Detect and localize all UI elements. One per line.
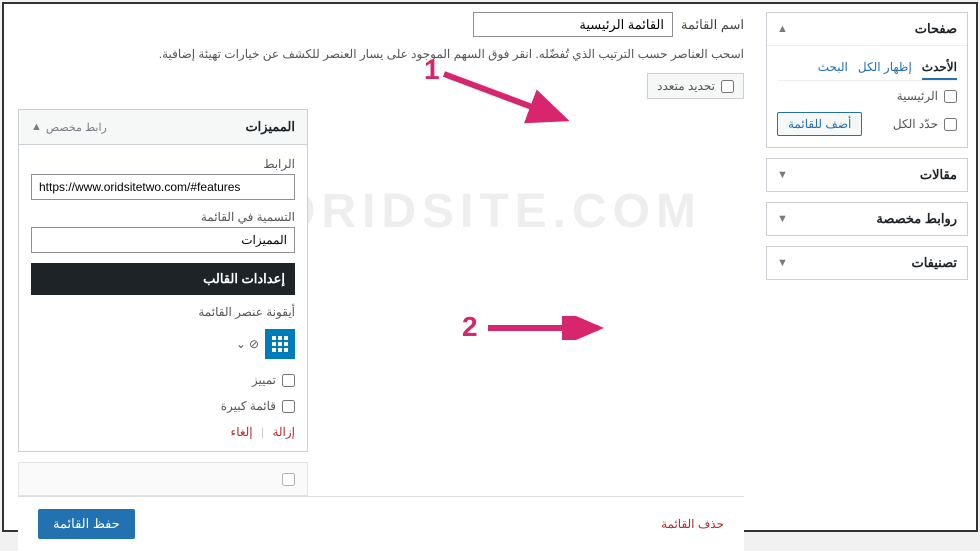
help-text: اسحب العناصر حسب الترتيب الذي تُفضّله. ا…: [18, 47, 744, 61]
next-menu-item[interactable]: [18, 462, 308, 496]
menu-name-row: اسم القائمة: [18, 12, 744, 37]
icon-picker-label: أيقونة عنصر القائمة: [31, 305, 295, 319]
caret-up-icon: ▲: [777, 23, 788, 35]
save-menu-button[interactable]: حفظ القائمة: [38, 509, 135, 539]
icon-picker-button[interactable]: [265, 329, 295, 359]
sidebar: صفحات ▲ الأحدث إظهار الكل البحث الرئيسية…: [758, 4, 976, 530]
bulk-select-button[interactable]: تحديد متعدد: [647, 73, 744, 99]
chevron-down-icon: ⌄: [236, 337, 246, 351]
pages-box-header[interactable]: صفحات ▲: [767, 13, 967, 46]
nav-label-field: التسمية في القائمة: [31, 210, 295, 253]
caret-up-icon: ▲: [31, 121, 42, 133]
tab-search[interactable]: البحث: [818, 56, 848, 80]
bottom-bar: حذف القائمة حفظ القائمة: [18, 496, 744, 551]
custom-links-title: روابط مخصصة: [876, 211, 957, 227]
select-all-checkbox[interactable]: [944, 118, 957, 131]
page-item-home[interactable]: الرئيسية: [777, 89, 957, 103]
url-input[interactable]: [31, 174, 295, 200]
delete-menu-link[interactable]: حذف القائمة: [661, 517, 724, 531]
item-action-links: إزالة | إلغاء: [31, 425, 295, 439]
caret-down-icon: ▼: [777, 213, 788, 225]
caret-down-icon: ▼: [777, 169, 788, 181]
annotation-number-2: 2: [462, 311, 478, 343]
bulk-select-checkbox[interactable]: [721, 80, 734, 93]
ban-icon: ⊘: [249, 337, 259, 351]
url-label: الرابط: [31, 157, 295, 171]
categories-title: تصنيفات: [911, 255, 957, 271]
grid-icon: [272, 336, 288, 352]
url-field: الرابط: [31, 157, 295, 200]
add-to-menu-button[interactable]: أضف للقائمة: [777, 112, 862, 136]
nav-label-input[interactable]: [31, 227, 295, 253]
distinctive-checkbox[interactable]: [282, 374, 295, 387]
categories-box[interactable]: تصنيفات ▼: [766, 246, 968, 280]
posts-box-title: مقالات: [920, 167, 957, 183]
remove-link[interactable]: إزالة: [272, 425, 295, 439]
menu-item-header[interactable]: المميزات رابط مخصص ▲: [18, 109, 308, 145]
menu-item-title: المميزات: [245, 119, 295, 135]
pages-box: صفحات ▲ الأحدث إظهار الكل البحث الرئيسية…: [766, 12, 968, 148]
icon-dropdown[interactable]: ⊘ ⌄: [236, 337, 259, 351]
nav-label-label: التسمية في القائمة: [31, 210, 295, 224]
ghost-checkbox[interactable]: [282, 473, 295, 486]
annotation-number-1: 1: [424, 54, 440, 86]
mega-menu-checkbox[interactable]: [282, 400, 295, 413]
menu-name-label: اسم القائمة: [681, 17, 744, 33]
posts-box[interactable]: مقالات ▼: [766, 158, 968, 192]
distinctive-check[interactable]: تمييز: [31, 373, 295, 387]
page-item-home-label: الرئيسية: [897, 89, 938, 103]
custom-links-box[interactable]: روابط مخصصة ▼: [766, 202, 968, 236]
main-area: اسم القائمة اسحب العناصر حسب الترتيب الذ…: [4, 4, 758, 530]
menu-item: المميزات رابط مخصص ▲ الرابط التسمية في ا…: [18, 109, 308, 452]
tab-recent[interactable]: الأحدث: [922, 56, 957, 80]
tab-all[interactable]: إظهار الكل: [858, 56, 912, 80]
bulk-select-label: تحديد متعدد: [657, 79, 715, 93]
menu-item-type: رابط مخصص: [46, 121, 107, 134]
distinctive-label: تمييز: [252, 373, 276, 387]
select-all[interactable]: حدّد الكل: [893, 117, 957, 131]
select-all-label: حدّد الكل: [893, 117, 938, 131]
caret-down-icon: ▼: [777, 257, 788, 269]
menu-name-input[interactable]: [473, 12, 673, 37]
theme-settings-header: إعدادات القالب: [31, 263, 295, 295]
mega-menu-label: قائمة كبيرة: [221, 399, 276, 413]
pages-tabs: الأحدث إظهار الكل البحث: [777, 56, 957, 81]
page-item-home-checkbox[interactable]: [944, 90, 957, 103]
pages-box-title: صفحات: [915, 21, 957, 37]
cancel-link[interactable]: إلغاء: [231, 425, 253, 439]
mega-menu-check[interactable]: قائمة كبيرة: [31, 399, 295, 413]
